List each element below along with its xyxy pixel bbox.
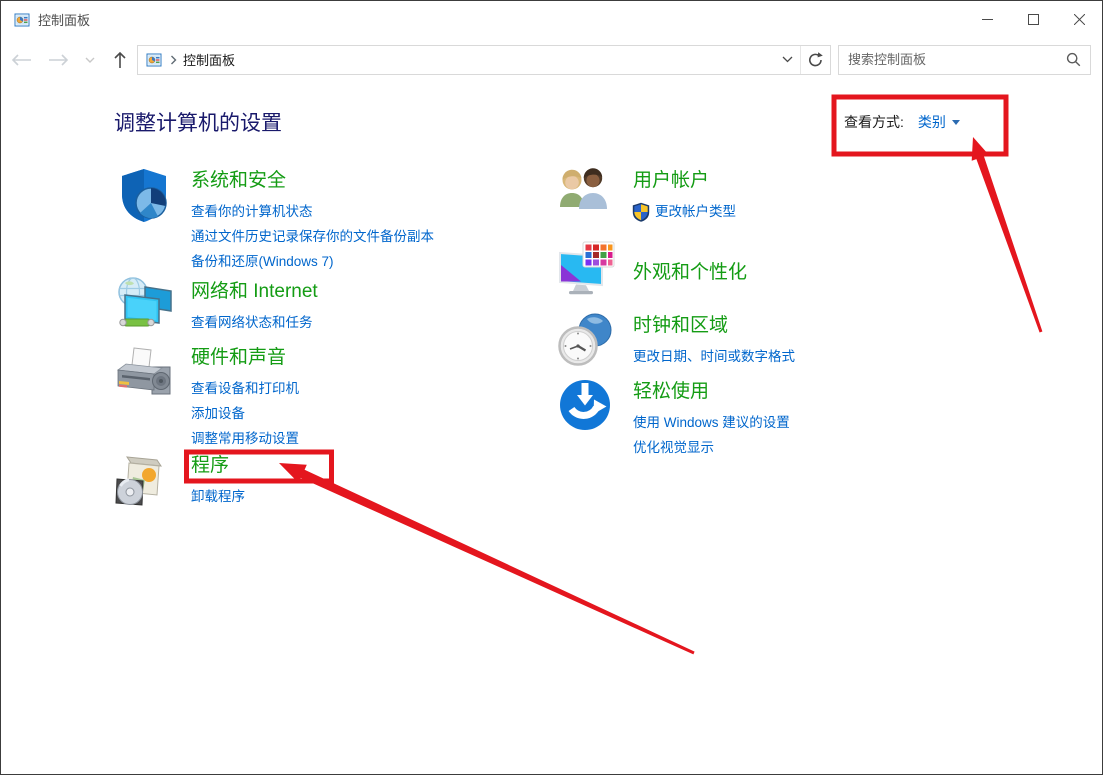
task-link[interactable]: 卸载程序 (191, 484, 245, 509)
task-link-label: 更改帐户类型 (655, 204, 736, 219)
task-link-with-uac[interactable]: 更改帐户类型 (632, 199, 736, 224)
view-by-arrow (971, 137, 1043, 333)
globe-monitors-icon[interactable] (114, 276, 174, 336)
category-user-accounts: 用户帐户 更改帐户类型 (556, 165, 736, 225)
navigation-bar: 控制面板 (1, 38, 1102, 81)
category-title[interactable]: 用户帐户 (633, 165, 736, 192)
view-by-value-link[interactable]: 类别 (918, 112, 946, 132)
forward-icon[interactable] (41, 53, 77, 67)
task-link[interactable]: 使用 Windows 建议的设置 (633, 410, 790, 435)
address-dropdown-chevron-icon[interactable] (774, 46, 800, 74)
monitor-palette-icon[interactable] (556, 241, 616, 301)
up-icon[interactable] (103, 51, 137, 69)
view-by-label: 查看方式: (844, 114, 904, 130)
ease-of-access-icon[interactable] (556, 376, 616, 436)
control-panel-icon (14, 12, 30, 28)
task-link[interactable]: 查看网络状态和任务 (191, 310, 318, 335)
printer-speaker-icon[interactable] (114, 342, 174, 402)
titlebar: 控制面板 (1, 1, 1102, 38)
search-box[interactable] (838, 44, 1091, 75)
category-title[interactable]: 时钟和区域 (633, 310, 795, 337)
task-link[interactable]: 备份和还原(Windows 7) (191, 249, 434, 274)
category-title[interactable]: 外观和个性化 (633, 257, 747, 284)
category-title[interactable]: 系统和安全 (191, 165, 434, 192)
back-icon[interactable] (1, 53, 41, 67)
view-by-control: 查看方式: 类别 (844, 112, 960, 132)
category-ease-of-access: 轻松使用 使用 Windows 建议的设置 优化视觉显示 (556, 376, 790, 460)
recent-pages-chevron-icon[interactable] (77, 57, 103, 63)
uac-shield-icon (632, 202, 650, 222)
programs-arrow (279, 463, 695, 655)
category-appearance-personalization: 外观和个性化 (556, 241, 747, 301)
category-programs: 程序 卸载程序 (114, 450, 245, 510)
category-title[interactable]: 网络和 Internet (191, 276, 318, 303)
maximize-button[interactable] (1010, 1, 1056, 38)
control-panel-icon (146, 52, 162, 68)
close-button[interactable] (1056, 1, 1102, 38)
window-title: 控制面板 (38, 13, 91, 28)
two-users-icon[interactable] (556, 165, 616, 225)
category-network-internet: 网络和 Internet 查看网络状态和任务 (114, 276, 318, 336)
breadcrumb-chevron-icon[interactable] (170, 55, 177, 65)
task-link[interactable]: 通过文件历史记录保存你的文件备份副本 (191, 224, 434, 249)
category-clock-region: 时钟和区域 更改日期、时间或数字格式 (556, 310, 795, 370)
task-link[interactable]: 调整常用移动设置 (191, 426, 299, 451)
category-title[interactable]: 轻松使用 (633, 376, 790, 403)
page-title: 调整计算机的设置 (114, 112, 282, 135)
minimize-button[interactable] (964, 1, 1010, 38)
clock-globe-icon[interactable] (556, 310, 616, 370)
task-link[interactable]: 添加设备 (191, 401, 299, 426)
task-link[interactable]: 查看设备和打印机 (191, 376, 299, 401)
control-panel-window: 控制面板 控制面板 搜索控制面板 调整计算机的设置 查看方式: 类别 系统和安全… (0, 0, 1103, 775)
software-box-cd-icon[interactable] (114, 450, 174, 510)
search-icon[interactable] (1066, 52, 1081, 67)
breadcrumb[interactable]: 控制面板 (183, 50, 774, 69)
task-link[interactable]: 查看你的计算机状态 (191, 199, 434, 224)
category-hardware-sound: 硬件和声音 查看设备和打印机 添加设备 调整常用移动设置 (114, 342, 299, 451)
shield-pie-icon[interactable] (114, 165, 174, 225)
task-link[interactable]: 优化视觉显示 (633, 435, 790, 460)
category-title[interactable]: 硬件和声音 (191, 342, 299, 369)
task-link[interactable]: 更改日期、时间或数字格式 (633, 344, 795, 369)
view-by-dropdown-caret-icon[interactable] (951, 119, 960, 125)
category-title[interactable]: 程序 (191, 450, 245, 477)
refresh-icon[interactable] (800, 45, 830, 74)
address-bar[interactable]: 控制面板 (137, 44, 831, 75)
category-system-security: 系统和安全 查看你的计算机状态 通过文件历史记录保存你的文件备份副本 备份和还原… (114, 165, 434, 274)
search-input[interactable] (848, 52, 1066, 67)
